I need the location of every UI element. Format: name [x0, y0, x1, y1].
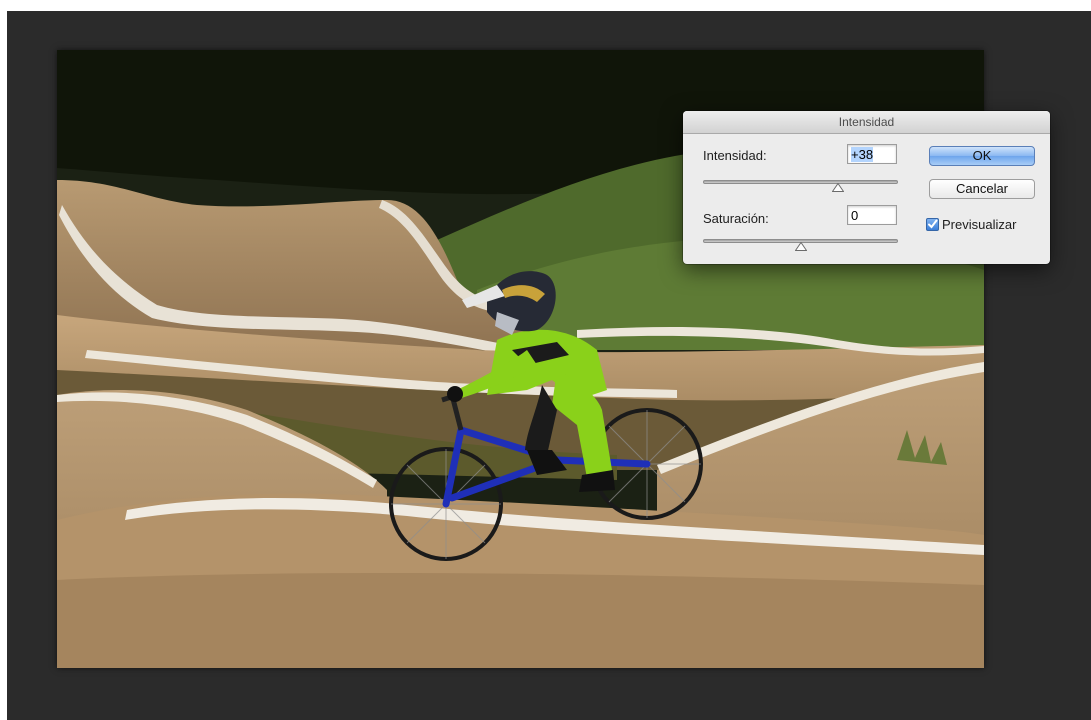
vibrance-slider-track[interactable]	[703, 180, 898, 184]
dialog-title[interactable]: Intensidad	[683, 111, 1050, 134]
vibrance-input[interactable]: +38	[847, 144, 897, 164]
cancel-button[interactable]: Cancelar	[929, 179, 1035, 199]
checkmark-icon	[928, 219, 938, 229]
vibrance-dialog: Intensidad Intensidad: +38 Saturación: 0…	[683, 111, 1050, 264]
preview-checkbox[interactable]	[926, 218, 939, 231]
vibrance-value: +38	[851, 147, 874, 162]
saturation-input[interactable]: 0	[847, 205, 897, 225]
saturation-value: 0	[851, 208, 859, 223]
saturation-label: Saturación:	[703, 211, 769, 226]
saturation-slider-thumb-icon[interactable]	[794, 242, 807, 251]
ok-button[interactable]: OK	[929, 146, 1035, 166]
vibrance-slider-thumb-icon[interactable]	[831, 183, 844, 192]
vibrance-label: Intensidad:	[703, 148, 767, 163]
preview-label[interactable]: Previsualizar	[942, 217, 1016, 232]
